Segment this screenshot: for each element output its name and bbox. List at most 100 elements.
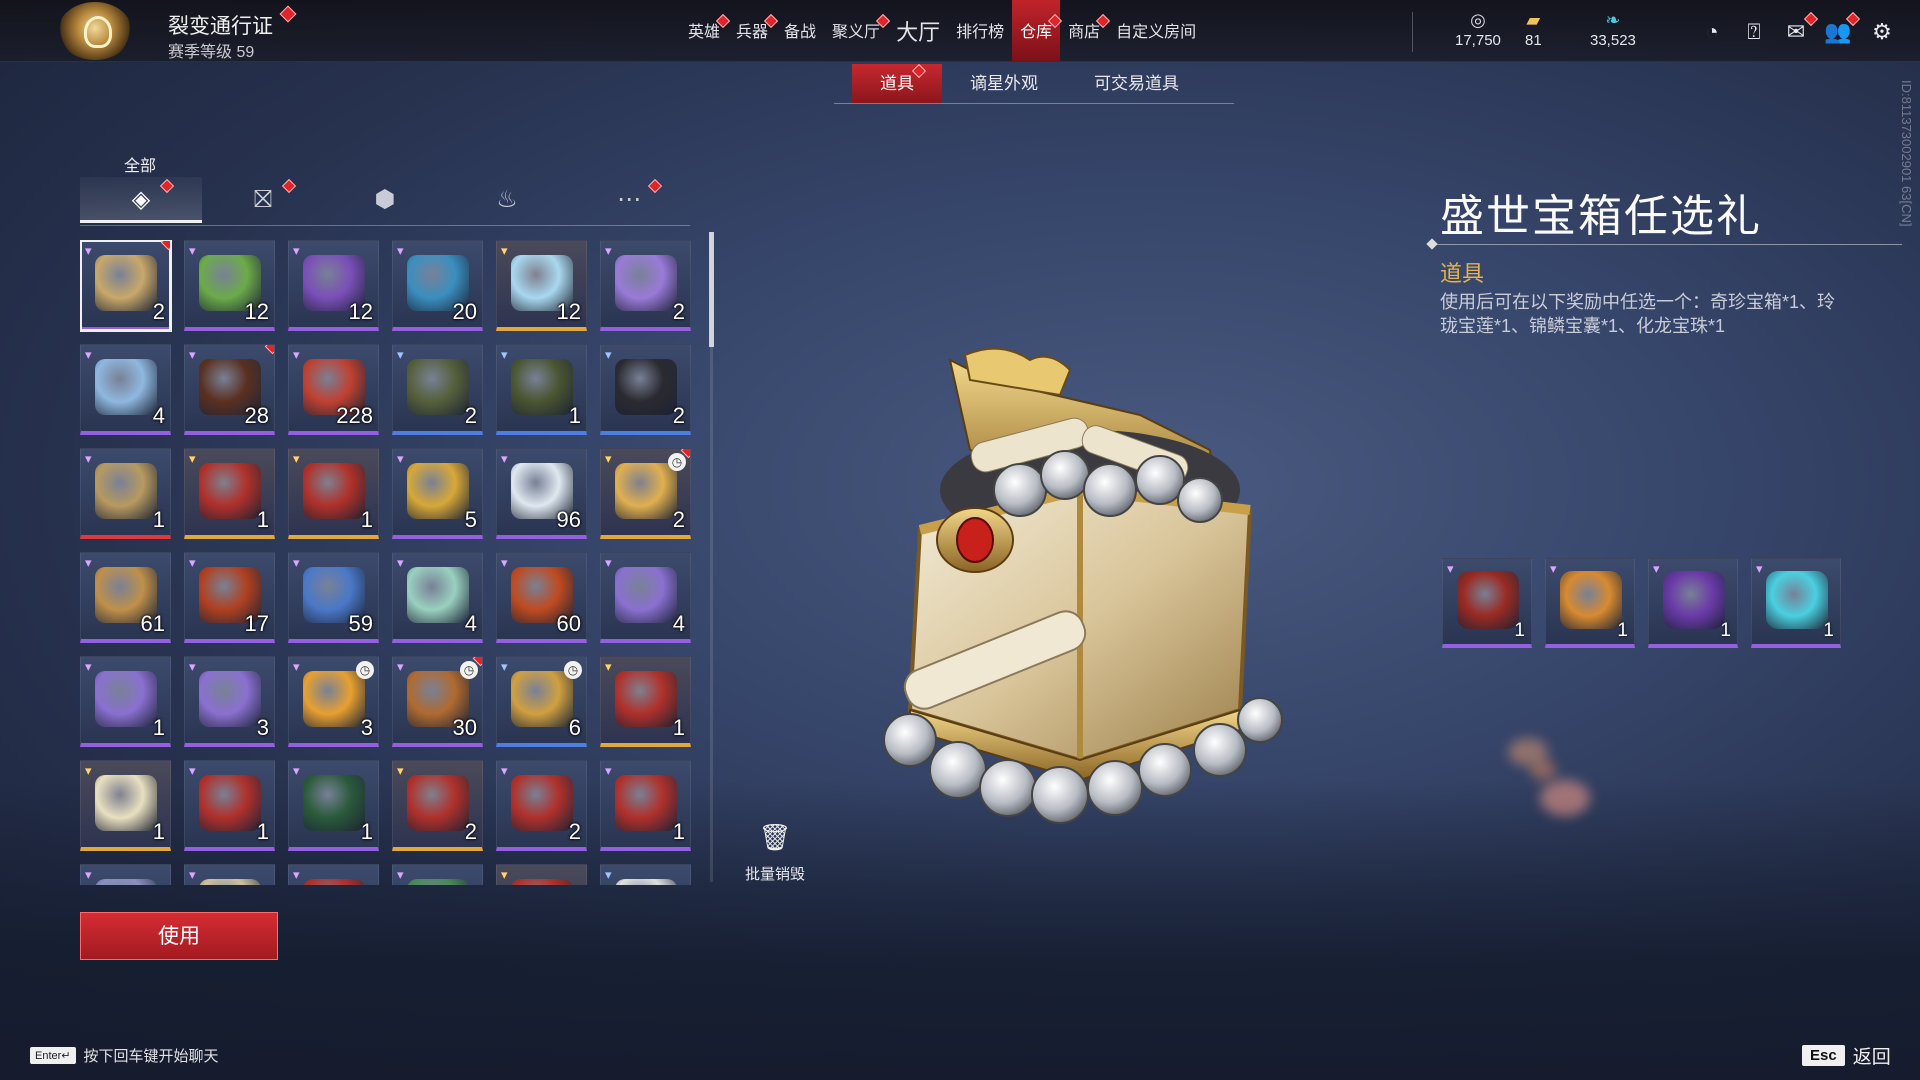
inventory-slot[interactable]: ▾ 4 bbox=[80, 344, 171, 435]
inventory-slot[interactable]: ▾ 2 bbox=[600, 240, 691, 331]
subtab[interactable]: 可交易道具 bbox=[1066, 64, 1207, 104]
quality-marker-icon: ▾ bbox=[293, 347, 300, 362]
inventory-slot[interactable]: ▾ 1 bbox=[496, 344, 587, 435]
inventory-slot[interactable]: ▾ ◷ 30 bbox=[392, 656, 483, 747]
inventory-slot[interactable]: ▾ 12 bbox=[288, 240, 379, 331]
inventory-slot[interactable]: ▾ 2 bbox=[392, 344, 483, 435]
quality-marker-icon: ▾ bbox=[189, 763, 196, 778]
item-art bbox=[615, 255, 677, 311]
inventory-slot[interactable]: ▾ bbox=[184, 864, 275, 885]
inventory-slot[interactable]: ▾ 1 bbox=[80, 656, 171, 747]
inventory-slot[interactable]: ▾ 96 bbox=[496, 448, 587, 539]
nav-item-label: 排行榜 bbox=[956, 24, 1005, 41]
inventory-slot[interactable]: ▾ 1 bbox=[184, 760, 275, 851]
category-underline bbox=[80, 225, 690, 226]
battle-pass-emblem[interactable] bbox=[58, 2, 132, 60]
use-button[interactable]: 使用 bbox=[80, 912, 278, 960]
settings-gear-icon[interactable]: ⚙ bbox=[1868, 18, 1896, 46]
reward-option[interactable]: ▾ 1 bbox=[1751, 558, 1841, 648]
quality-marker-icon: ▾ bbox=[501, 555, 508, 570]
inventory-slot[interactable]: ▾ 2 bbox=[600, 344, 691, 435]
category-tab[interactable]: ⛝ bbox=[202, 177, 324, 223]
inventory-slot[interactable]: ▾ ◷ 2 bbox=[600, 448, 691, 539]
inventory-slot[interactable]: ▾ 5 bbox=[392, 448, 483, 539]
item-count: 1 bbox=[360, 819, 373, 844]
subtab[interactable]: 谪星外观 bbox=[942, 64, 1066, 104]
warehouse-subtabs: 道具 谪星外观 可交易道具 bbox=[852, 63, 1207, 104]
currency-display[interactable]: ❧ 33,523 bbox=[1590, 10, 1636, 49]
nav-item[interactable]: 自定义房间 bbox=[1108, 0, 1204, 62]
quality-marker-icon: ▾ bbox=[1550, 561, 1557, 576]
inventory-slot[interactable]: ▾ 61 bbox=[80, 552, 171, 643]
item-art bbox=[95, 463, 157, 519]
item-art bbox=[407, 879, 469, 885]
inventory-slot[interactable]: ▾ ◷ 6 bbox=[496, 656, 587, 747]
nav-item-label: 兵器 bbox=[736, 24, 769, 41]
help-icon[interactable]: ⍰ bbox=[1740, 18, 1768, 46]
inventory-slot[interactable]: ▾ ◷ 3 bbox=[288, 656, 379, 747]
inventory-slot[interactable]: ▾ 20 bbox=[392, 240, 483, 331]
scrollbar-thumb[interactable] bbox=[709, 232, 714, 347]
currency-display[interactable]: ◎ 17,750 bbox=[1455, 10, 1501, 49]
inventory-grid: ▾ 2 ▾ 12 ▾ 12 ▾ 20 ▾ 12 ▾ 2 ▾ 4 ▾ 28 ▾ 228 ▾ 2 ▾ 1 ▾ 2 ▾ 1 ▾ 1 ▾ 1 ▾ 5 ▾… bbox=[80, 240, 700, 885]
friends-icon[interactable]: 👥 bbox=[1824, 11, 1861, 46]
inventory-slot[interactable]: ▾ 4 bbox=[392, 552, 483, 643]
inventory-slot[interactable]: ▾ 1 bbox=[600, 656, 691, 747]
inventory-slot[interactable]: ▾ 2 bbox=[496, 760, 587, 851]
quality-marker-icon: ▾ bbox=[85, 659, 92, 674]
inventory-slot[interactable]: ▾ 2 bbox=[80, 240, 172, 332]
inventory-slot[interactable]: ▾ 60 bbox=[496, 552, 587, 643]
inventory-slot[interactable]: ▾ 1 bbox=[80, 448, 171, 539]
category-tab[interactable]: ◈ bbox=[80, 177, 202, 223]
nav-item[interactable]: 仓库 bbox=[1012, 0, 1063, 62]
item-art bbox=[199, 671, 261, 727]
reward-option[interactable]: ▾ 1 bbox=[1648, 558, 1738, 648]
subtab[interactable]: 道具 bbox=[852, 63, 942, 104]
reward-options: ▾ 1 ▾ 1 ▾ 1 ▾ 1 bbox=[1442, 558, 1841, 648]
nav-item[interactable]: 英雄 bbox=[680, 0, 731, 62]
inventory-slot[interactable]: ▾ 1 bbox=[184, 448, 275, 539]
timer-icon[interactable]: ◔ bbox=[1698, 18, 1726, 46]
notification-dot bbox=[647, 178, 663, 194]
notification-dot bbox=[1845, 11, 1861, 27]
reward-option[interactable]: ▾ 1 bbox=[1545, 558, 1635, 648]
nav-item[interactable]: 聚义厅 bbox=[824, 0, 891, 62]
inventory-slot[interactable]: ▾ 3 bbox=[184, 656, 275, 747]
quality-marker-icon: ▾ bbox=[397, 451, 404, 466]
currency-display[interactable]: ▰ 81 bbox=[1525, 10, 1542, 49]
category-tab[interactable]: ⬢ bbox=[324, 177, 446, 223]
inventory-slot[interactable]: ▾ 4 bbox=[600, 552, 691, 643]
inventory-slot[interactable]: ▾ 1 bbox=[288, 760, 379, 851]
inventory-slot[interactable]: ▾ 28 bbox=[184, 344, 275, 435]
nav-item[interactable]: 排行榜 bbox=[948, 0, 1012, 62]
quality-marker-icon: ▾ bbox=[605, 347, 612, 362]
reward-option[interactable]: ▾ 1 bbox=[1442, 558, 1532, 648]
bulk-destroy-button[interactable]: 🗑 批量销毁 bbox=[735, 815, 815, 884]
more-icon: ⋯ bbox=[617, 186, 641, 213]
inventory-slot[interactable]: ▾ 2 bbox=[392, 760, 483, 851]
inventory-slot[interactable]: ▾ bbox=[392, 864, 483, 885]
nav-item[interactable]: 大厅 bbox=[888, 0, 948, 62]
inventory-slot[interactable]: ▾ bbox=[288, 864, 379, 885]
mail-icon[interactable]: ✉ bbox=[1782, 11, 1819, 46]
inventory-slot[interactable]: ▾ 12 bbox=[496, 240, 587, 331]
category-tab[interactable]: ⋯ bbox=[568, 177, 690, 223]
inventory-slot[interactable]: ▾ 1 bbox=[600, 760, 691, 851]
inventory-slot[interactable]: ▾ 1 bbox=[288, 448, 379, 539]
inventory-slot[interactable]: ▾ bbox=[496, 864, 587, 885]
nav-item[interactable]: 商店 bbox=[1060, 0, 1111, 62]
battle-pass-title[interactable]: 裂变通行证 bbox=[168, 10, 273, 40]
inventory-slot[interactable]: ▾ bbox=[600, 864, 691, 885]
nav-item[interactable]: 备战 bbox=[776, 0, 824, 62]
category-tab[interactable]: ♨ bbox=[446, 177, 568, 223]
inventory-slot[interactable]: ▾ 228 bbox=[288, 344, 379, 435]
chat-hint[interactable]: Enter↵ 按下回车键开始聊天 bbox=[30, 1045, 219, 1066]
inventory-slot[interactable]: ▾ 12 bbox=[184, 240, 275, 331]
timer-icon: ◷ bbox=[564, 661, 582, 679]
inventory-slot[interactable]: ▾ 1 bbox=[80, 760, 171, 851]
inventory-slot[interactable]: ▾ 59 bbox=[288, 552, 379, 643]
inventory-slot[interactable]: ▾ 17 bbox=[184, 552, 275, 643]
back-button[interactable]: Esc 返回 bbox=[1802, 1042, 1891, 1069]
nav-item[interactable]: 兵器 bbox=[728, 0, 779, 62]
inventory-slot[interactable]: ▾ bbox=[80, 864, 171, 885]
